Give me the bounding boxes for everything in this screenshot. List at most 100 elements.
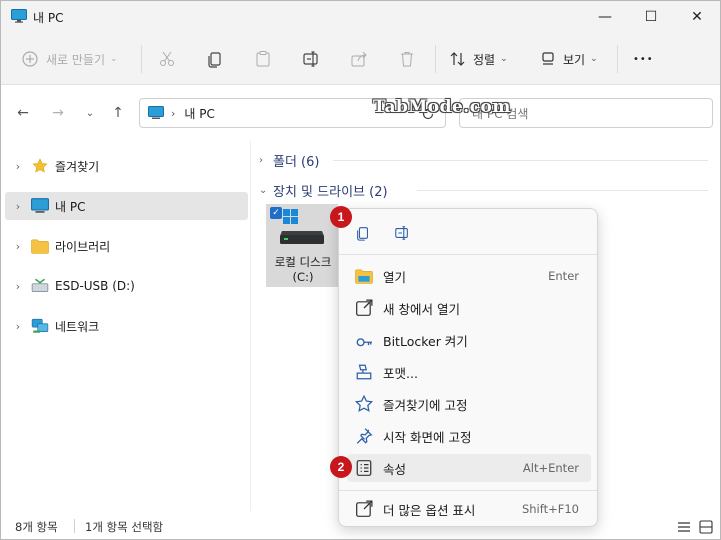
breadcrumb-chevron-icon: ›: [171, 106, 176, 120]
chevron-right-icon[interactable]: ›: [7, 160, 29, 173]
chevron-right-icon[interactable]: ›: [7, 200, 29, 213]
view-button[interactable]: 보기 ⌄: [539, 45, 598, 73]
sort-button[interactable]: 정렬 ⌄: [449, 45, 508, 73]
explorer-window: 내 PC — ☐ ✕ 새로 만들기 ⌄ 정렬 ⌄ 보기 ⌄ ••• ← → ⌄ …: [0, 0, 721, 540]
sidebar-item-label: 라이브러리: [55, 239, 111, 254]
star-icon: [32, 158, 48, 173]
tiles-view-icon[interactable]: [699, 520, 713, 534]
more-icon: •••: [633, 53, 654, 65]
rename-button[interactable]: [302, 45, 320, 73]
cut-button[interactable]: [158, 45, 176, 73]
network-icon: [31, 318, 49, 333]
sidebar-item-favorites[interactable]: › 즐겨찾기: [5, 152, 248, 180]
copy-icon: [357, 227, 368, 241]
sidebar-item-label: 즐겨찾기: [55, 159, 100, 174]
paste-button[interactable]: [254, 45, 272, 73]
menu-item-open[interactable]: 열기 Enter: [347, 262, 591, 290]
folder-open-icon: [355, 269, 373, 284]
maximize-icon: ☐: [644, 9, 658, 25]
sidebar-item-label: ESD-USB (D:): [55, 279, 135, 293]
menu-item-shortcut: Enter: [548, 269, 579, 283]
view-label: 보기: [563, 52, 586, 67]
more-options-button[interactable]: •••: [633, 45, 654, 73]
menu-item-label: 열기: [383, 269, 407, 285]
title-bar[interactable]: 내 PC — ☐ ✕: [1, 1, 720, 33]
forward-button[interactable]: →: [46, 99, 70, 127]
sidebar-item-this-pc[interactable]: › 내 PC: [5, 192, 248, 220]
menu-item-label: 더 많은 옵션 표시: [383, 502, 476, 518]
sidebar-item-usb-drive[interactable]: › ESD-USB (D:): [5, 272, 248, 300]
context-menu: 열기 Enter 새 창에서 열기 BitLocker 켜기 포맷... 즐겨찾…: [338, 208, 598, 527]
rename-icon: [303, 51, 318, 67]
command-bar: 새로 만들기 ⌄ 정렬 ⌄ 보기 ⌄ •••: [1, 33, 720, 85]
chevron-right-icon[interactable]: ›: [7, 280, 29, 293]
maximize-button[interactable]: ☐: [628, 1, 674, 33]
more-options-icon: [356, 500, 373, 517]
up-button[interactable]: ↑: [106, 99, 130, 127]
separator: [435, 45, 436, 73]
arrow-up-icon: ↑: [112, 105, 124, 121]
step-badge-1: 1: [330, 206, 352, 228]
menu-item-more-options[interactable]: 더 많은 옵션 표시 Shift+F10: [347, 495, 591, 523]
group-header-drives[interactable]: ⌄ 장치 및 드라이브 (2): [259, 181, 388, 200]
share-button[interactable]: [350, 45, 368, 73]
menu-item-label: 시작 화면에 고정: [383, 429, 472, 445]
sidebar-item-network[interactable]: › 네트워크: [5, 312, 248, 340]
separator: [141, 45, 142, 73]
new-button[interactable]: 새로 만들기 ⌄: [21, 45, 118, 73]
this-pc-icon: [148, 106, 164, 119]
back-button[interactable]: ←: [11, 99, 35, 127]
folder-icon: [31, 239, 49, 254]
breadcrumb[interactable]: 내 PC: [184, 105, 214, 122]
menu-item-properties[interactable]: 속성 Alt+Enter: [347, 454, 591, 482]
minimize-button[interactable]: —: [582, 1, 628, 33]
properties-icon: [356, 460, 372, 476]
chevron-down-icon: ⌄: [110, 54, 118, 64]
step-badge-2: 2: [330, 456, 352, 478]
menu-item-label: 포맷...: [383, 365, 418, 381]
pane-divider[interactable]: [250, 141, 251, 511]
menu-item-label: BitLocker 켜기: [383, 333, 468, 349]
details-view-icon[interactable]: [677, 521, 691, 533]
menu-item-open-new-window[interactable]: 새 창에서 열기: [347, 294, 591, 322]
rename-button[interactable]: [390, 221, 414, 245]
menu-item-pin-start[interactable]: 시작 화면에 고정: [347, 422, 591, 450]
new-label: 새로 만들기: [46, 52, 106, 67]
group-divider: [417, 190, 708, 191]
status-selected-count: 1개 항목 선택함: [85, 520, 164, 534]
menu-item-pin-favorites[interactable]: 즐겨찾기에 고정: [347, 390, 591, 418]
scissors-icon: [160, 51, 174, 66]
share-icon: [351, 51, 367, 67]
recent-locations-button[interactable]: ⌄: [78, 99, 102, 127]
key-icon: [356, 338, 372, 347]
chevron-right-icon[interactable]: ›: [7, 240, 29, 253]
close-button[interactable]: ✕: [674, 1, 720, 33]
menu-item-label: 속성: [383, 461, 407, 477]
format-icon: [356, 364, 372, 380]
sidebar-item-libraries[interactable]: › 라이브러리: [5, 232, 248, 260]
menu-item-bitlocker[interactable]: BitLocker 켜기: [347, 326, 591, 354]
menu-item-shortcut: Alt+Enter: [522, 461, 579, 475]
status-divider: [74, 519, 75, 533]
menu-item-label: 새 창에서 열기: [383, 301, 460, 317]
plus-circle-icon: [22, 51, 38, 67]
chevron-down-icon: ⌄: [590, 54, 598, 64]
open-new-window-icon: [356, 299, 373, 316]
chevron-down-icon: ⌄: [500, 54, 508, 64]
delete-button[interactable]: [398, 45, 416, 73]
this-pc-icon: [11, 9, 27, 23]
separator: [617, 45, 618, 73]
star-outline-icon: [355, 395, 373, 412]
watermark-logo: TabMode.com: [373, 97, 511, 117]
copy-button[interactable]: [206, 45, 224, 73]
chevron-down-icon: ⌄: [85, 107, 95, 119]
menu-item-format[interactable]: 포맷...: [347, 358, 591, 386]
usb-drive-icon: [31, 278, 49, 293]
group-header-folders[interactable]: › 폴더 (6): [259, 151, 319, 170]
this-pc-icon: [31, 198, 49, 213]
sidebar-item-label: 네트워크: [55, 319, 100, 334]
arrow-right-icon: →: [52, 105, 64, 121]
pin-icon: [356, 428, 373, 444]
copy-button[interactable]: [351, 221, 375, 245]
chevron-right-icon[interactable]: ›: [7, 320, 29, 333]
